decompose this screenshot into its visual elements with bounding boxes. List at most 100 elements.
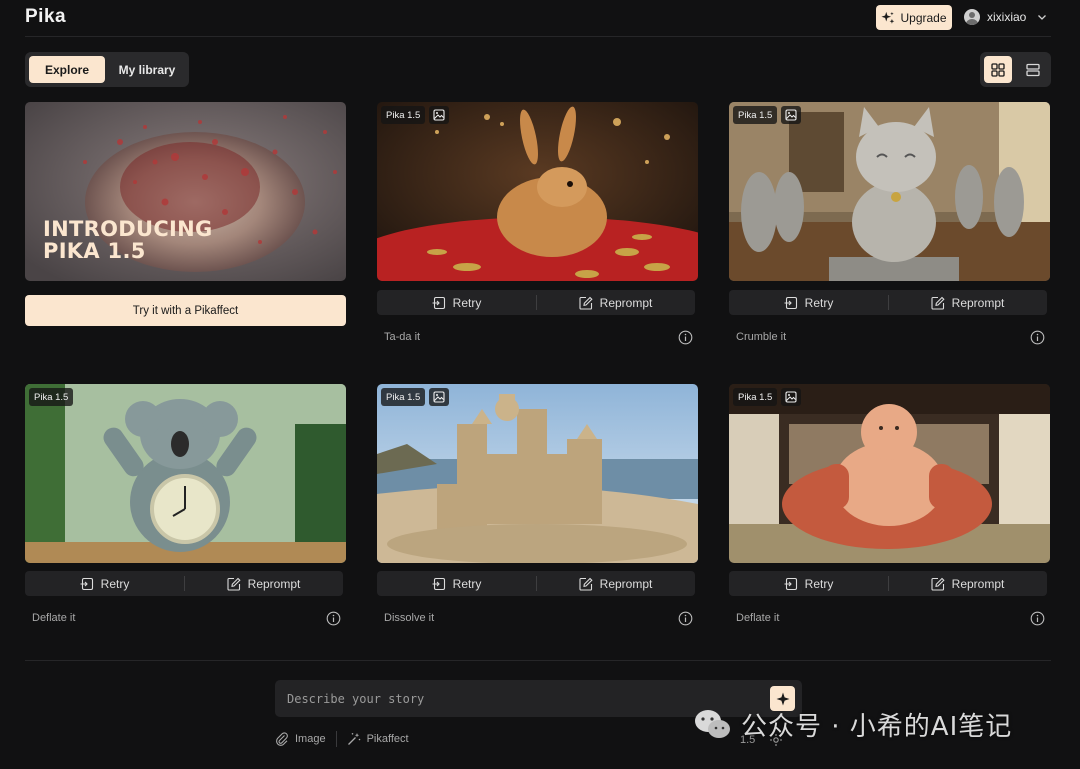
effect-name: Deflate it xyxy=(32,612,76,624)
image-icon xyxy=(429,388,450,406)
edit-icon xyxy=(931,577,945,591)
video-card-koala-clock[interactable]: Pika 1.5 xyxy=(25,384,346,563)
promo-heading: INTRODUCING PIKA 1.5 xyxy=(43,218,213,262)
model-badge: Pika 1.5 xyxy=(733,388,802,406)
reprompt-button[interactable]: Reprompt xyxy=(536,290,695,315)
retry-icon xyxy=(432,577,445,590)
retry-icon xyxy=(784,296,797,309)
story-prompt-input[interactable] xyxy=(287,688,757,709)
edit-icon xyxy=(227,577,241,591)
effect-name: Ta-da it xyxy=(384,331,421,343)
user-menu[interactable]: xixixiao xyxy=(964,9,1047,25)
reprompt-label: Reprompt xyxy=(951,576,1005,591)
image-upload-button[interactable]: Image xyxy=(275,732,326,746)
header-divider xyxy=(25,36,1051,37)
image-icon xyxy=(429,106,450,124)
watermark-text: 公众号 · 小希的AI笔记 xyxy=(741,712,1013,742)
info-icon[interactable] xyxy=(1030,330,1045,345)
reprompt-button[interactable]: Reprompt xyxy=(888,290,1047,315)
sparkle-icon xyxy=(776,692,789,705)
promo-heading-line1: INTRODUCING xyxy=(43,217,213,241)
edit-icon xyxy=(579,577,593,591)
card-actions: Retry Reprompt xyxy=(377,290,695,315)
watermark: 公众号 · 小希的AI笔记 xyxy=(693,706,1012,743)
info-icon[interactable] xyxy=(678,611,693,626)
retry-icon xyxy=(80,577,93,590)
effect-name: Deflate it xyxy=(736,612,780,624)
card-actions: Retry Reprompt xyxy=(377,571,695,596)
sparkle-icon xyxy=(881,11,895,24)
pikaffect-label: Pikaffect xyxy=(366,733,409,745)
edit-icon xyxy=(931,296,945,310)
reprompt-button[interactable]: Reprompt xyxy=(184,571,343,596)
reprompt-label: Reprompt xyxy=(247,576,301,591)
top-header: Pika Upgrade xixixiao xyxy=(0,0,1080,37)
avatar xyxy=(964,9,980,25)
wechat-icon xyxy=(695,709,730,738)
list-icon xyxy=(1026,63,1040,76)
video-card-sandcastle[interactable]: Pika 1.5 xyxy=(377,384,698,563)
layout-toggle xyxy=(980,52,1051,87)
chevron-down-icon xyxy=(1038,15,1047,20)
image-label: Image xyxy=(295,733,326,745)
model-label: Pika 1.5 xyxy=(381,106,426,124)
content-divider xyxy=(25,660,1051,661)
effect-name: Dissolve it xyxy=(384,612,435,624)
retry-label: Retry xyxy=(804,576,834,591)
retry-label: Retry xyxy=(100,576,130,591)
retry-button[interactable]: Retry xyxy=(377,290,536,315)
model-badge: Pika 1.5 xyxy=(381,388,450,406)
card-actions: Retry Reprompt xyxy=(729,571,1047,596)
info-icon[interactable] xyxy=(678,330,693,345)
prompt-tools: Image Pikaffect xyxy=(275,731,409,747)
rabbit-thumbnail xyxy=(377,102,698,281)
retry-icon xyxy=(432,296,445,309)
retry-button[interactable]: Retry xyxy=(729,571,888,596)
info-icon[interactable] xyxy=(1030,611,1045,626)
tool-divider xyxy=(335,731,337,747)
reprompt-button[interactable]: Reprompt xyxy=(536,571,695,596)
paperclip-icon xyxy=(276,732,288,746)
retry-label: Retry xyxy=(804,295,834,310)
reprompt-label: Reprompt xyxy=(599,295,653,310)
video-card-cat-statue[interactable]: Pika 1.5 xyxy=(729,102,1050,281)
app-logo[interactable]: Pika xyxy=(25,6,66,28)
retry-label: Retry xyxy=(452,295,482,310)
model-badge: Pika 1.5 xyxy=(733,106,802,124)
pikaffect-button[interactable]: Pikaffect xyxy=(347,732,409,746)
tab-explore[interactable]: Explore xyxy=(29,56,105,83)
try-pikaffect-button[interactable]: Try it with a Pikaffect xyxy=(25,295,346,326)
effect-name: Crumble it xyxy=(736,331,787,343)
model-badge: Pika 1.5 xyxy=(381,106,450,124)
grid-icon xyxy=(991,62,1005,77)
reprompt-label: Reprompt xyxy=(599,576,653,591)
card-actions: Retry Reprompt xyxy=(729,290,1047,315)
video-card-rabbit[interactable]: Pika 1.5 xyxy=(377,102,698,281)
retry-button[interactable]: Retry xyxy=(729,290,888,315)
sandcastle-thumbnail xyxy=(377,384,698,563)
model-label: Pika 1.5 xyxy=(733,106,778,124)
retry-button[interactable]: Retry xyxy=(25,571,184,596)
reprompt-button[interactable]: Reprompt xyxy=(888,571,1047,596)
cat-statue-thumbnail xyxy=(729,102,1050,281)
retry-button[interactable]: Retry xyxy=(377,571,536,596)
video-card-inflatable-figure[interactable]: Pika 1.5 xyxy=(729,384,1050,563)
card-actions: Retry Reprompt xyxy=(25,571,343,596)
upgrade-button[interactable]: Upgrade xyxy=(876,5,952,30)
model-label: Pika 1.5 xyxy=(733,388,778,406)
edit-icon xyxy=(579,296,593,310)
list-view-button[interactable] xyxy=(1019,56,1047,83)
image-icon xyxy=(781,106,802,124)
grid-view-button[interactable] xyxy=(984,56,1012,83)
promo-video[interactable]: INTRODUCING PIKA 1.5 xyxy=(25,102,346,281)
tab-my-library[interactable]: My library xyxy=(111,56,183,83)
promo-heading-line2: PIKA 1.5 xyxy=(43,239,146,263)
model-label: Pika 1.5 xyxy=(381,388,426,406)
koala-clock-thumbnail xyxy=(25,384,346,563)
info-icon[interactable] xyxy=(326,611,341,626)
inflatable-figure-thumbnail xyxy=(729,384,1050,563)
view-tabs: Explore My library xyxy=(25,52,189,87)
reprompt-label: Reprompt xyxy=(951,295,1005,310)
image-icon xyxy=(781,388,802,406)
model-label: Pika 1.5 xyxy=(29,388,74,406)
